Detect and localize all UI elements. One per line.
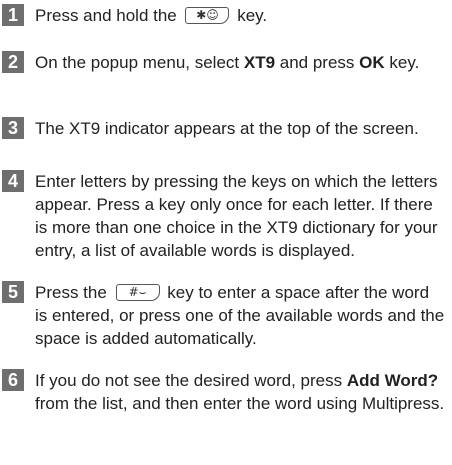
step-text-segment: key. [232,6,268,25]
step-text: Enter letters by pressing the keys on wh… [35,172,438,260]
step-text: Press the #⌣ key to enter a space after … [35,281,445,350]
step-text: Press and hold the ✱☺ key. [35,4,445,27]
pound-key-icon: #⌣ [115,284,160,301]
step-text-segment: On the popup menu, select [35,53,244,72]
step-text-segment: key. [384,53,420,72]
key-glyph: #⌣ [128,285,147,299]
bold-term: Add Word? [346,371,439,390]
step-text-segment: from the list, and then enter the word u… [35,394,445,413]
step-text-segment: Press the [35,283,112,302]
step-number-badge: 1 [2,4,24,26]
step-number-badge: 4 [2,170,24,192]
step-number-badge: 3 [2,117,24,139]
step-text-segment: Press and hold the [35,6,182,25]
bold-term: OK [359,53,385,72]
step-text: If you do not see the desired word, pres… [35,369,445,415]
star-key-icon: ✱☺ [185,7,230,24]
step-number-badge: 5 [2,281,24,303]
step-text-segment: If you do not see the desired word, pres… [35,371,347,390]
step-text: The XT9 indicator appears at the top of … [35,119,419,138]
step-text: On the popup menu, select XT9 and press … [35,51,445,74]
step-number-badge: 2 [2,51,24,73]
bold-term: XT9 [243,53,276,72]
step-number-badge: 6 [2,369,24,391]
step-text-segment: and press [275,53,360,72]
key-glyph: ✱☺ [196,8,219,22]
